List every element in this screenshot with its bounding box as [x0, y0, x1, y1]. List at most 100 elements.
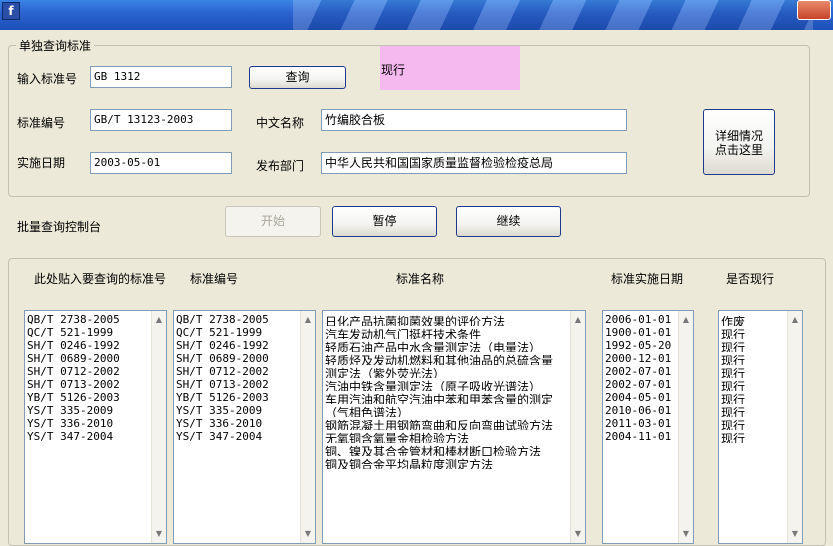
list-item[interactable]: YS/T 347-2004 — [176, 430, 300, 443]
paste-column-header: 此处贴入要查询的标准号 — [34, 272, 167, 286]
list-item[interactable]: 现行 — [721, 391, 787, 404]
list-item[interactable]: YS/T 336-2010 — [176, 417, 300, 430]
list-item[interactable]: 现行 — [721, 417, 787, 430]
scroll-up-icon[interactable]: ▲ — [571, 313, 585, 327]
list-item[interactable]: QC/T 521-1999 — [27, 326, 151, 339]
single-query-group-title: 单独查询标准 — [16, 37, 95, 54]
input-std-label: 输入标准号 — [17, 72, 78, 86]
dept-label: 发布部门 — [256, 159, 305, 173]
list-item[interactable]: YB/T 5126-2003 — [27, 391, 151, 404]
paste-list-scrollbar[interactable]: ▲ ▼ — [151, 311, 166, 543]
scroll-down-icon[interactable]: ▼ — [152, 527, 166, 541]
list-item[interactable]: 1992-05-20 — [605, 339, 678, 352]
scroll-up-icon[interactable]: ▲ — [152, 313, 166, 327]
list-item[interactable]: 2002-07-01 — [605, 365, 678, 378]
dates-list-scrollbar[interactable]: ▲ ▼ — [678, 311, 693, 543]
dept-field[interactable]: 中华人民共和国国家质量监督检验检疫总局 — [321, 152, 627, 174]
dates-list[interactable]: 2006-01-01 1900-01-01 1992-05-20 2000-12-01… — [602, 310, 694, 544]
std-names-list[interactable]: 日化产品抗菌抑菌效果的评价方法 汽车发动机气门挺杆技术条件 轻质石油产品中水含量测定… — [322, 310, 586, 544]
close-button[interactable] — [797, 0, 831, 20]
list-item[interactable]: 铜及铜合金平均晶粒度测定方法 — [325, 456, 570, 469]
list-item[interactable]: SH/T 0689-2000 — [176, 352, 300, 365]
std-numbers-list[interactable]: QB/T 2738-2005 QC/T 521-1999 SH/T 0246-199… — [173, 310, 316, 544]
list-item[interactable]: 现行 — [721, 339, 787, 352]
name-column-header: 标准名称 — [396, 272, 445, 286]
titlebar-background — [293, 0, 813, 30]
list-item[interactable]: 汽车发动机气门挺杆技术条件 — [325, 326, 570, 339]
continue-button[interactable]: 继续 — [456, 206, 561, 237]
date-label: 实施日期 — [17, 156, 66, 170]
list-item[interactable]: 2011-03-01 — [605, 417, 678, 430]
list-item[interactable]: （气相色谱法） — [325, 404, 570, 417]
list-item[interactable]: YS/T 335-2009 — [27, 404, 151, 417]
list-item[interactable]: 车用汽油和航空汽油中苯和甲苯含量的测定 — [325, 391, 570, 404]
std-number-input[interactable]: GB 1312 — [90, 66, 232, 88]
title-bar: f — [0, 0, 833, 30]
names-list-scrollbar[interactable]: ▲ ▼ — [570, 311, 585, 543]
list-item[interactable]: 2004-05-01 — [605, 391, 678, 404]
list-item[interactable]: 2002-07-01 — [605, 378, 678, 391]
main-window: 单独查询标准 输入标准号 GB 1312 查询 现行 标准编号 GB/T 131… — [0, 30, 833, 546]
scroll-down-icon[interactable]: ▼ — [679, 527, 693, 541]
scroll-up-icon[interactable]: ▲ — [788, 313, 802, 327]
list-item[interactable]: SH/T 0246-1992 — [27, 339, 151, 352]
list-item[interactable]: 轻质烃及发动机燃料和其他油品的总硫含量 — [325, 352, 570, 365]
start-button[interactable]: 开始 — [225, 206, 321, 237]
list-item[interactable]: YS/T 335-2009 — [176, 404, 300, 417]
list-item[interactable]: 汽油中铁含量测定法（原子吸收光谱法） — [325, 378, 570, 391]
list-item[interactable]: QB/T 2738-2005 — [27, 313, 151, 326]
list-item[interactable]: 1900-01-01 — [605, 326, 678, 339]
paste-numbers-list[interactable]: QB/T 2738-2005 QC/T 521-1999 SH/T 0246-199… — [24, 310, 167, 544]
list-item[interactable]: SH/T 0246-1992 — [176, 339, 300, 352]
list-item[interactable]: 2000-12-01 — [605, 352, 678, 365]
list-item[interactable]: YB/T 5126-2003 — [176, 391, 300, 404]
list-item[interactable]: 现行 — [721, 365, 787, 378]
status-list-scrollbar[interactable]: ▲ ▼ — [787, 311, 802, 543]
date-field[interactable]: 2003-05-01 — [90, 152, 232, 174]
cn-name-field[interactable]: 竹编胶合板 — [321, 109, 627, 131]
scroll-down-icon[interactable]: ▼ — [788, 527, 802, 541]
list-item[interactable]: 2010-06-01 — [605, 404, 678, 417]
list-item[interactable]: 无氧铜含氧量金相检验方法 — [325, 430, 570, 443]
pause-button[interactable]: 暂停 — [332, 206, 437, 237]
app-icon[interactable]: f — [2, 2, 20, 20]
status-indicator: 现行 — [380, 46, 520, 90]
current-column-header: 是否现行 — [726, 272, 775, 286]
detail-button[interactable]: 详细情况 点击这里 — [703, 109, 775, 175]
list-item[interactable]: 作废 — [721, 313, 787, 326]
list-item[interactable]: SH/T 0712-2002 — [27, 365, 151, 378]
list-item[interactable]: 钢筋混凝土用钢筋弯曲和反向弯曲试验方法 — [325, 417, 570, 430]
list-item[interactable]: 现行 — [721, 378, 787, 391]
list-item[interactable]: 现行 — [721, 430, 787, 443]
list-item[interactable]: QC/T 521-1999 — [176, 326, 300, 339]
current-status-list[interactable]: 作废 现行 现行 现行 现行 现行 现行 现行 现行 现行 ▲ ▼ — [718, 310, 803, 544]
std-no-field[interactable]: GB/T 13123-2003 — [90, 109, 232, 131]
scroll-down-icon[interactable]: ▼ — [571, 527, 585, 541]
scroll-up-icon[interactable]: ▲ — [679, 313, 693, 327]
list-item[interactable]: YS/T 336-2010 — [27, 417, 151, 430]
list-item[interactable]: SH/T 0689-2000 — [27, 352, 151, 365]
list-item[interactable]: SH/T 0712-2002 — [176, 365, 300, 378]
list-item[interactable]: 测定法（紫外荧光法） — [325, 365, 570, 378]
std-no-label: 标准编号 — [17, 116, 66, 130]
list-item[interactable]: SH/T 0713-2002 — [27, 378, 151, 391]
query-button[interactable]: 查询 — [249, 66, 346, 89]
cn-name-label: 中文名称 — [256, 116, 305, 130]
list-item[interactable]: 2006-01-01 — [605, 313, 678, 326]
batch-console-label: 批量查询控制台 — [17, 220, 102, 234]
list-item[interactable]: 现行 — [721, 352, 787, 365]
list-item[interactable]: 日化产品抗菌抑菌效果的评价方法 — [325, 313, 570, 326]
list-item[interactable]: 现行 — [721, 404, 787, 417]
list-item[interactable]: YS/T 347-2004 — [27, 430, 151, 443]
scroll-up-icon[interactable]: ▲ — [301, 313, 315, 327]
list-item[interactable]: 现行 — [721, 326, 787, 339]
std-no-column-header: 标准编号 — [190, 272, 239, 286]
list-item[interactable]: 轻质石油产品中水含量测定法（电量法） — [325, 339, 570, 352]
std-list-scrollbar[interactable]: ▲ ▼ — [300, 311, 315, 543]
list-item[interactable]: 铜、镍及其合金管材和棒材断口检验方法 — [325, 443, 570, 456]
scroll-down-icon[interactable]: ▼ — [301, 527, 315, 541]
date-column-header: 标准实施日期 — [611, 272, 684, 286]
list-item[interactable]: QB/T 2738-2005 — [176, 313, 300, 326]
list-item[interactable]: SH/T 0713-2002 — [176, 378, 300, 391]
list-item[interactable]: 2004-11-01 — [605, 430, 678, 443]
